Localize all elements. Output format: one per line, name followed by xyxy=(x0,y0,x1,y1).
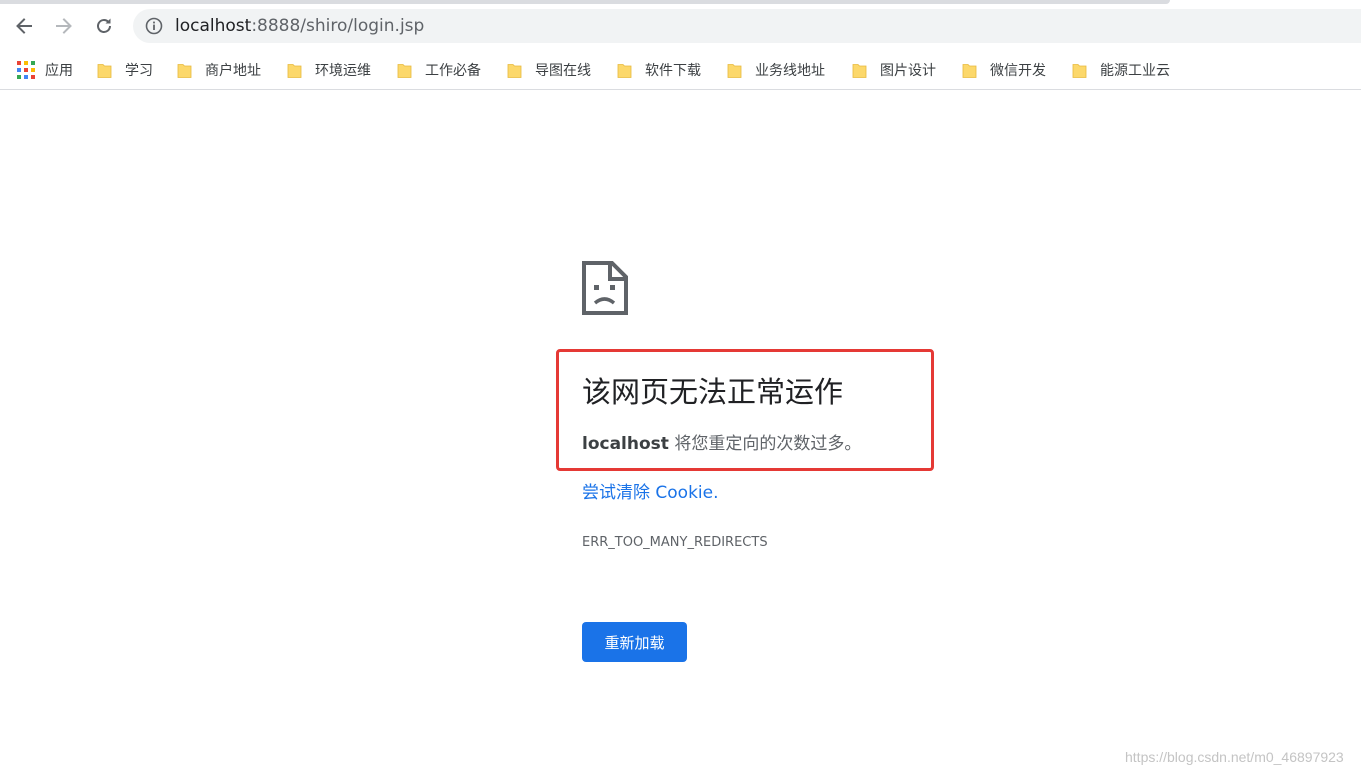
bookmark-folder[interactable]: 工作必备 xyxy=(397,58,481,82)
folder-icon xyxy=(962,62,977,79)
bookmark-label: 学习 xyxy=(125,63,153,79)
bookmark-label: 应用 xyxy=(45,63,73,79)
address-bar[interactable]: localhost:8888/shiro/login.jsp xyxy=(133,9,1361,43)
reload-icon xyxy=(97,18,111,33)
bookmark-folder[interactable]: 商户地址 xyxy=(177,58,261,82)
clear-cookies-link[interactable]: 尝试清除 Cookie. xyxy=(582,481,719,505)
bookmark-folder[interactable]: 业务线地址 xyxy=(727,58,825,82)
apps-grid-icon xyxy=(17,61,35,79)
browser-window: localhost:8888/shiro/login.jsp 应用 学习 商户地… xyxy=(0,0,1361,775)
url-path: :8888/shiro/login.jsp xyxy=(251,16,425,36)
watermark: https://blog.csdn.net/m0_46897923 xyxy=(1125,749,1344,765)
bookmark-label: 图片设计 xyxy=(880,63,936,79)
browser-toolbar: localhost:8888/shiro/login.jsp xyxy=(0,0,1361,52)
bookmark-label: 软件下载 xyxy=(645,63,701,79)
bookmark-label: 能源工业云 xyxy=(1100,63,1170,79)
bookmark-folder[interactable]: 微信开发 xyxy=(962,58,1046,82)
info-icon[interactable] xyxy=(145,17,163,35)
forward-button[interactable] xyxy=(50,12,78,40)
error-host: localhost xyxy=(582,434,669,454)
bookmark-label: 导图在线 xyxy=(535,63,591,79)
folder-icon xyxy=(507,62,522,79)
sad-page-icon xyxy=(582,261,628,315)
error-code: ERR_TOO_MANY_REDIRECTS xyxy=(582,535,768,550)
error-description-text: 将您重定向的次数过多。 xyxy=(668,434,862,454)
tab-strip-edge xyxy=(0,0,1170,4)
bookmark-label: 商户地址 xyxy=(205,63,261,79)
folder-icon xyxy=(97,62,112,79)
reload-page-button[interactable] xyxy=(90,12,118,40)
arrow-right-icon xyxy=(56,18,72,34)
back-button[interactable] xyxy=(10,12,38,40)
bookmark-folder[interactable]: 能源工业云 xyxy=(1072,58,1170,82)
folder-icon xyxy=(1072,62,1087,79)
folder-icon xyxy=(617,62,632,79)
bookmark-folder[interactable]: 学习 xyxy=(97,58,153,82)
folder-icon xyxy=(287,62,302,79)
bookmark-folder[interactable]: 导图在线 xyxy=(507,58,591,82)
bookmark-apps[interactable]: 应用 xyxy=(17,58,73,82)
arrow-left-icon xyxy=(16,18,32,34)
folder-icon xyxy=(397,62,412,79)
folder-icon xyxy=(177,62,192,79)
folder-icon xyxy=(852,62,867,79)
bookmarks-bar: 应用 学习 商户地址 环境运维 工作必备 导图在线 软件下载 业务线地址 图片设… xyxy=(0,52,1361,90)
bookmark-label: 微信开发 xyxy=(990,63,1046,79)
bookmark-folder[interactable]: 软件下载 xyxy=(617,58,701,82)
bookmark-label: 环境运维 xyxy=(315,63,371,79)
url-host: localhost xyxy=(175,16,252,36)
bookmark-label: 业务线地址 xyxy=(755,63,825,79)
bookmark-folder[interactable]: 图片设计 xyxy=(852,58,936,82)
reload-button[interactable]: 重新加载 xyxy=(582,622,687,662)
error-description: localhost 将您重定向的次数过多。 xyxy=(582,432,861,456)
url-text[interactable]: localhost:8888/shiro/login.jsp xyxy=(175,16,424,36)
error-title: 该网页无法正常运作 xyxy=(582,375,844,409)
bookmark-folder[interactable]: 环境运维 xyxy=(287,58,371,82)
folder-icon xyxy=(727,62,742,79)
bookmark-label: 工作必备 xyxy=(425,63,481,79)
